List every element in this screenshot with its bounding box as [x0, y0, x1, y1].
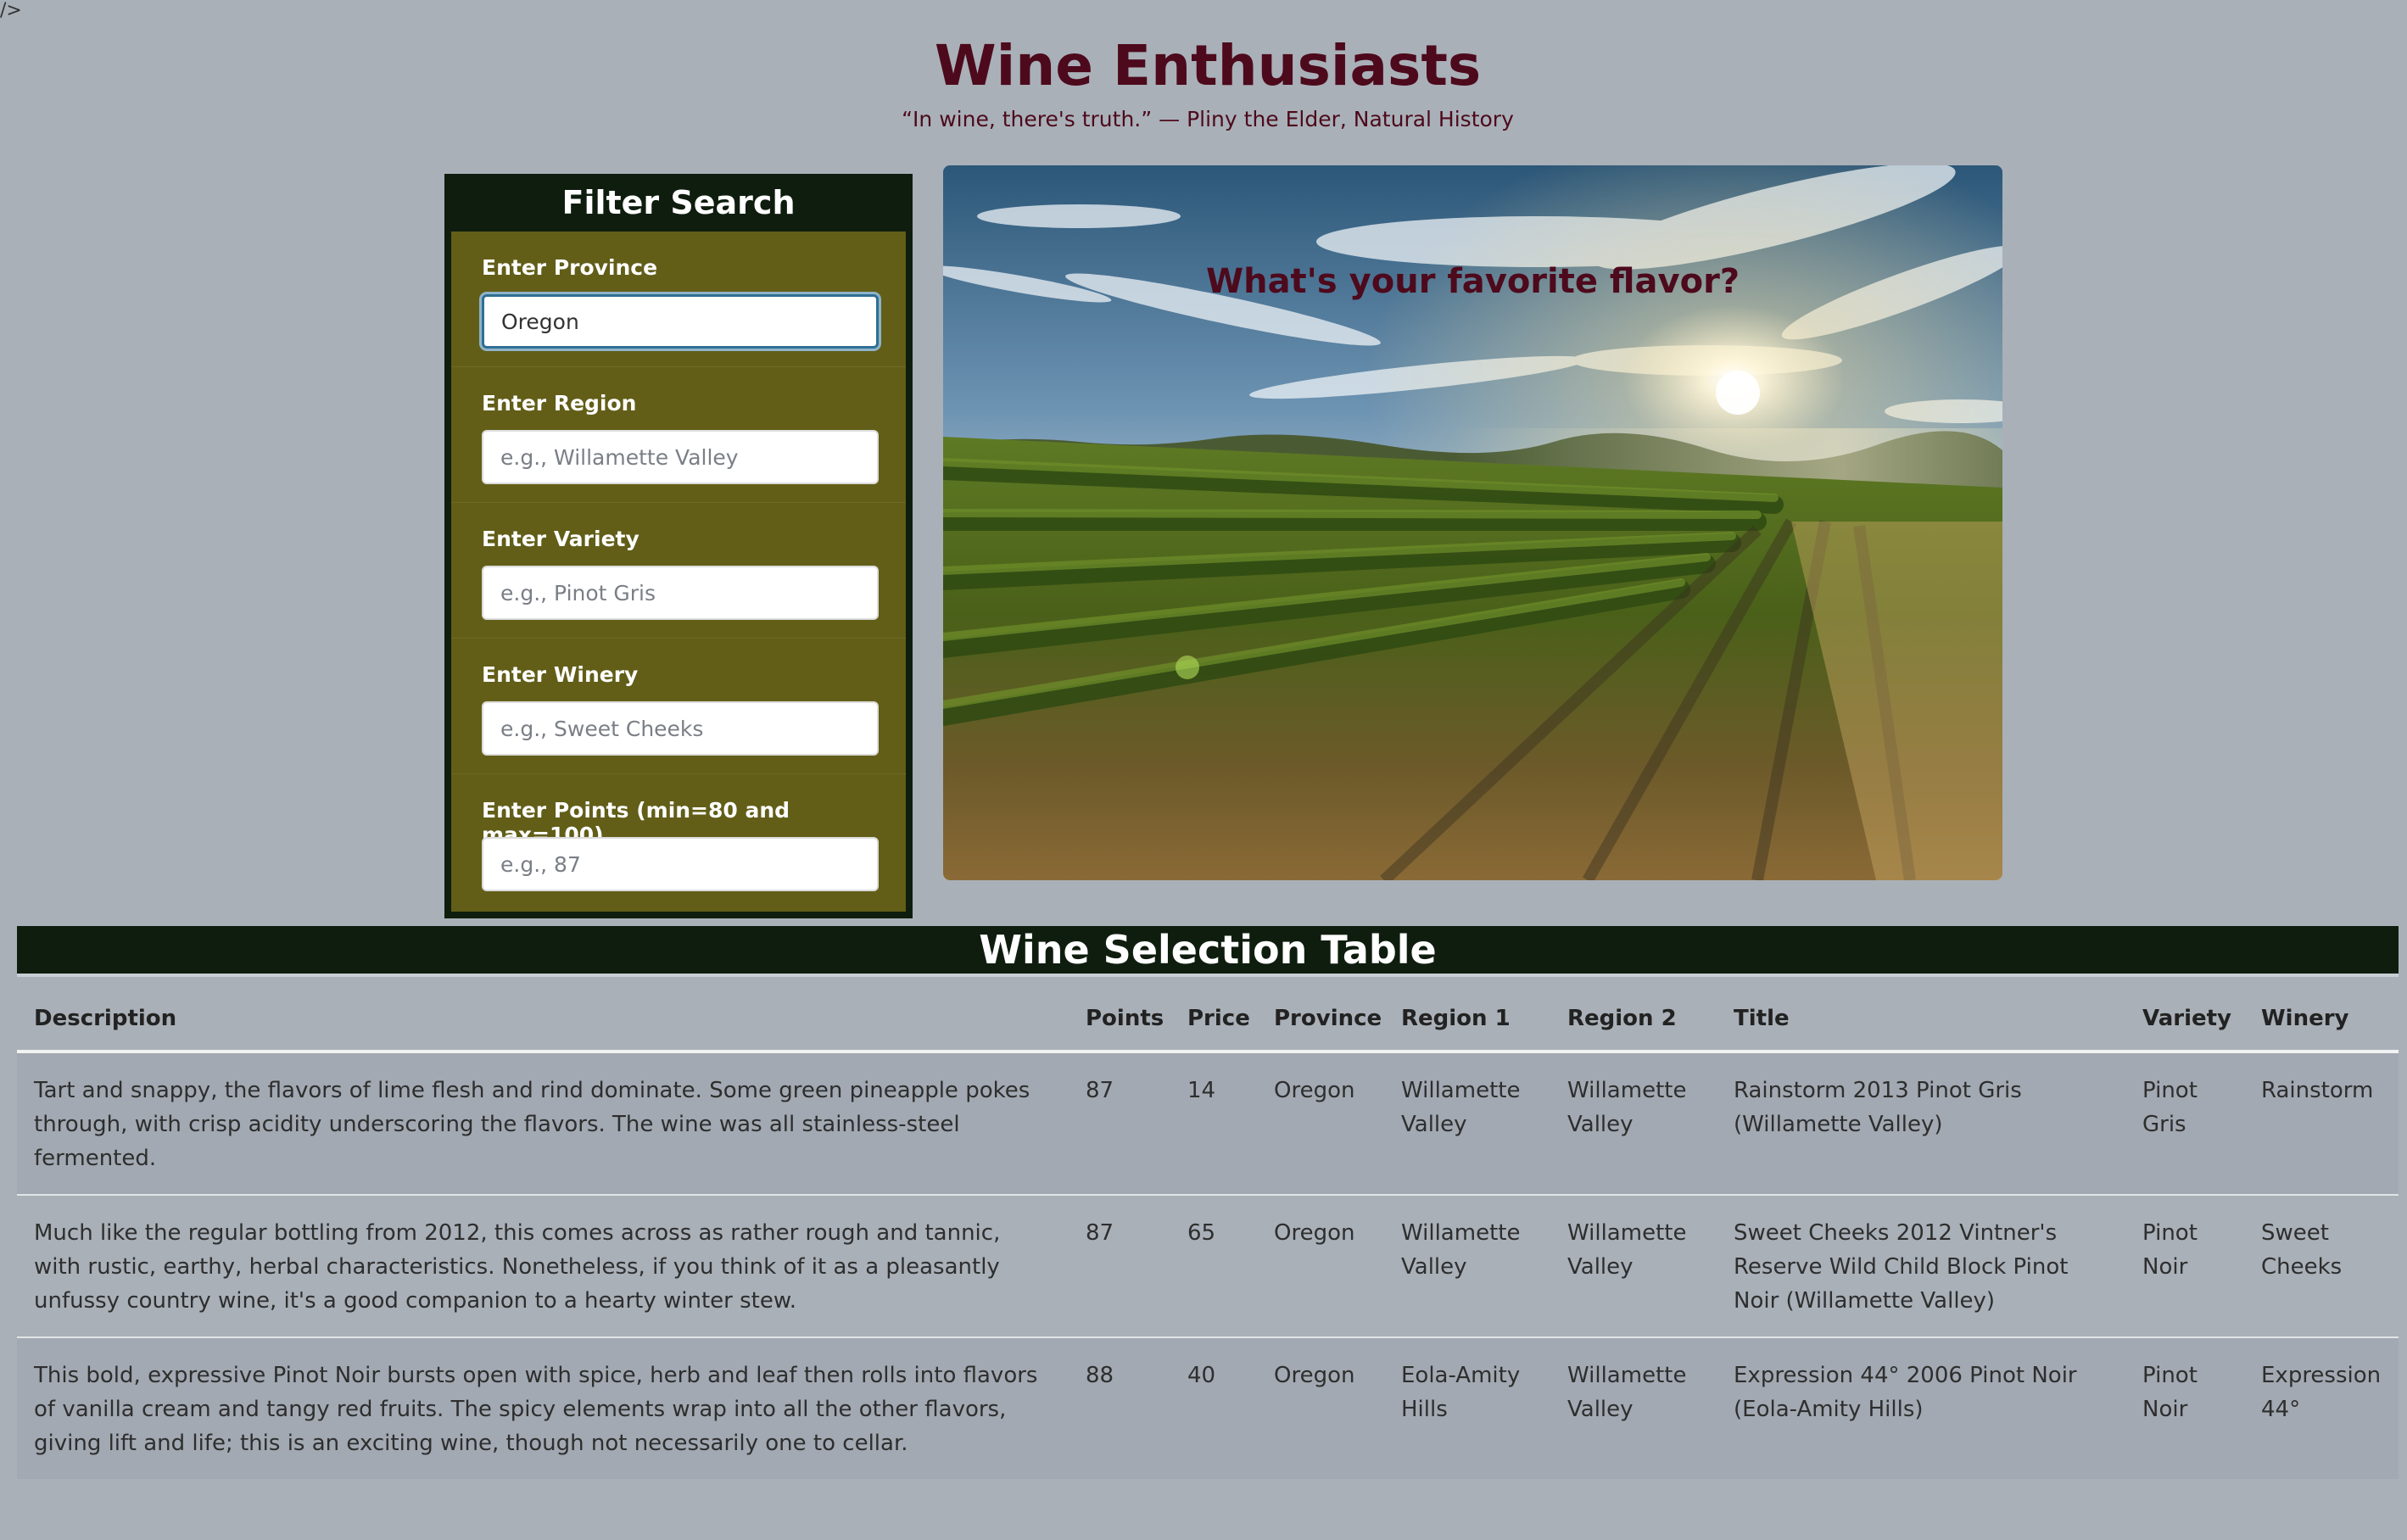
- table-title: Wine Selection Table: [17, 926, 2399, 977]
- table-header-row: Description Points Price Province Region…: [17, 984, 2399, 1053]
- cell-price: 14: [1170, 1052, 1257, 1196]
- region-input[interactable]: [482, 430, 879, 484]
- vineyard-hero-image: What's your favorite flavor?: [943, 165, 2002, 880]
- cell-title: Sweet Cheeks 2012 Vintner's Reserve Wild…: [1717, 1195, 2125, 1338]
- variety-input[interactable]: [482, 566, 879, 620]
- hero-caption: What's your favorite flavor?: [1205, 262, 1740, 301]
- table-row: This bold, expressive Pinot Noir bursts …: [17, 1337, 2399, 1479]
- cell-region2: Willamette Valley: [1550, 1195, 1717, 1338]
- province-input[interactable]: [482, 294, 879, 349]
- site-quote: “In wine, there's truth.” — Pliny the El…: [902, 107, 1514, 131]
- cell-winery: Sweet Cheeks: [2244, 1195, 2399, 1338]
- cell-region1: Willamette Valley: [1384, 1052, 1550, 1196]
- cell-points: 88: [1086, 1363, 1114, 1388]
- cell-points: 87: [1069, 1052, 1170, 1196]
- cell-price: 40: [1187, 1363, 1216, 1388]
- site-title: Wine Enthusiasts: [934, 33, 1482, 98]
- filter-body: Enter Province Enter Region Enter Variet…: [451, 232, 906, 912]
- column-header-variety: Variety: [2125, 984, 2244, 1053]
- cell-points: 87: [1069, 1195, 1170, 1338]
- column-header-description: Description: [17, 984, 1069, 1053]
- cell-description: Tart and snappy, the flavors of lime fle…: [17, 1052, 1069, 1196]
- cell-province: Oregon: [1274, 1363, 1355, 1388]
- province-filter-group: Enter Province: [451, 232, 906, 367]
- cell-winery: Expression 44°: [2261, 1363, 2382, 1422]
- column-header-region2: Region 2: [1550, 984, 1717, 1053]
- variety-filter-group: Enter Variety: [451, 503, 906, 639]
- region-label: Enter Region: [482, 391, 637, 416]
- column-header-region1: Region 1: [1384, 984, 1550, 1053]
- province-label: Enter Province: [482, 255, 658, 280]
- cell-region2: Willamette Valley: [1550, 1052, 1717, 1196]
- winery-label: Enter Winery: [482, 662, 639, 687]
- cell-region2: Willamette Valley: [1567, 1363, 1687, 1422]
- cell-variety: Pinot Noir: [2125, 1195, 2244, 1338]
- variety-label: Enter Variety: [482, 527, 639, 551]
- cell-winery: Rainstorm: [2244, 1052, 2399, 1196]
- table-row: Much like the regular bottling from 2012…: [17, 1195, 2399, 1338]
- points-filter-group: Enter Points (min=80 and max=100): [451, 774, 906, 910]
- cell-province: Oregon: [1257, 1195, 1384, 1338]
- cell-variety: Pinot Gris: [2125, 1052, 2244, 1196]
- cell-description: This bold, expressive Pinot Noir bursts …: [34, 1363, 1038, 1456]
- column-header-province: Province: [1257, 984, 1384, 1053]
- column-header-winery: Winery: [2244, 984, 2399, 1053]
- cell-description: Much like the regular bottling from 2012…: [17, 1195, 1069, 1338]
- cell-province: Oregon: [1257, 1052, 1384, 1196]
- cell-region1: Eola-Amity Hills: [1401, 1363, 1521, 1422]
- winery-filter-group: Enter Winery: [451, 639, 906, 774]
- table-row: Tart and snappy, the flavors of lime fle…: [17, 1052, 2399, 1196]
- cell-variety: Pinot Noir: [2142, 1363, 2198, 1422]
- cell-title: Expression 44° 2006 Pinot Noir (Eola-Ami…: [1734, 1363, 2077, 1422]
- filter-panel: Filter Search Enter Province Enter Regio…: [444, 174, 913, 918]
- stray-markup-text: />: [0, 0, 22, 21]
- cell-price: 65: [1170, 1195, 1257, 1338]
- region-filter-group: Enter Region: [451, 367, 906, 503]
- points-input[interactable]: [482, 837, 879, 891]
- cell-title: Rainstorm 2013 Pinot Gris (Willamette Va…: [1717, 1052, 2125, 1196]
- column-header-price: Price: [1170, 984, 1257, 1053]
- column-header-title: Title: [1717, 984, 2125, 1053]
- cell-region1: Willamette Valley: [1384, 1195, 1550, 1338]
- filter-title: Filter Search: [561, 184, 796, 221]
- winery-input[interactable]: [482, 701, 879, 756]
- wine-table: Description Points Price Province Region…: [17, 984, 2399, 1479]
- column-header-points: Points: [1069, 984, 1170, 1053]
